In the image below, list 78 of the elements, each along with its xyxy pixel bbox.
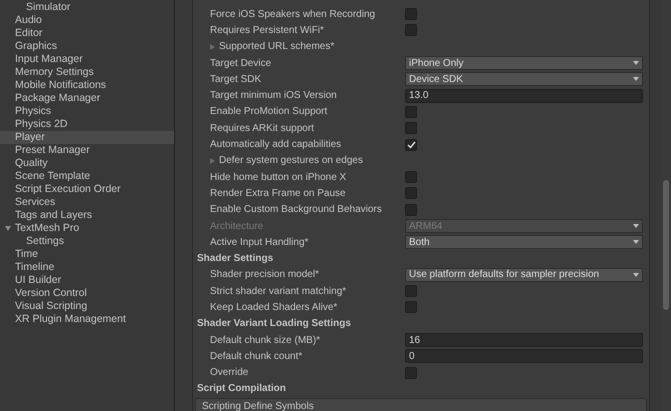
caret-down-icon — [633, 61, 639, 66]
setting-label: Architecture — [209, 220, 264, 232]
dropdown[interactable]: Use platform defaults for sampler precision — [405, 268, 643, 282]
sidebar-item[interactable]: Version Control — [0, 287, 174, 300]
caret-right-icon — [210, 158, 215, 164]
sidebar-item[interactable]: Timeline — [0, 261, 174, 274]
checkbox[interactable] — [405, 138, 417, 151]
checkbox[interactable] — [405, 366, 417, 379]
checkbox[interactable] — [405, 187, 417, 200]
setting-label: Enable ProMotion Support — [209, 105, 328, 118]
sidebar-item[interactable]: Settings — [0, 235, 174, 248]
checkbox[interactable] — [405, 106, 417, 118]
sidebar-item[interactable]: Quality — [0, 157, 174, 170]
sidebar-item[interactable]: Package Manager — [0, 92, 174, 105]
setting-label: Active Input Handling* — [209, 236, 310, 249]
checkbox[interactable] — [405, 171, 417, 184]
sidebar-item[interactable]: Physics 2D — [0, 118, 174, 131]
sidebar-item[interactable]: Services — [0, 196, 174, 209]
checkbox[interactable] — [405, 301, 417, 314]
sidebar-item[interactable]: Simulator — [0, 1, 174, 14]
sidebar-item[interactable]: Graphics — [0, 40, 174, 53]
caret-down-icon — [633, 224, 639, 228]
dropdown[interactable]: Both — [405, 235, 643, 250]
setting-label: Hide home button on iPhone X — [209, 170, 348, 184]
checkbox[interactable] — [405, 24, 417, 36]
setting-label: Force iOS Speakers when Recording — [209, 8, 376, 21]
sidebar-item[interactable]: Player — [0, 131, 174, 144]
sidebar-item[interactable]: Scene Template — [0, 170, 174, 183]
sidebar-item[interactable]: Memory Settings — [0, 66, 174, 79]
checkbox[interactable] — [405, 204, 417, 216]
setting-label: Automatically add capabilities — [209, 138, 342, 152]
checkbox[interactable] — [405, 285, 417, 298]
setting-label: Requires Persistent WiFi* — [209, 24, 325, 37]
dropdown[interactable]: Device SDK — [405, 72, 643, 86]
setting-label: Enable Custom Background Behaviors — [209, 203, 383, 216]
sidebar-item[interactable]: Preset Manager — [0, 144, 174, 157]
input-field[interactable]: 13.0 — [405, 88, 643, 103]
input-field[interactable]: 16 — [405, 333, 643, 348]
foldout[interactable]: Defer system gestures on edges — [193, 154, 363, 168]
sidebar-item[interactable]: Physics — [0, 105, 174, 118]
sidebar-item[interactable]: Visual Scripting — [0, 300, 174, 313]
input-field[interactable]: 0 — [405, 349, 643, 364]
sidebar-item[interactable]: XR Plugin Management — [0, 313, 174, 326]
sidebar-item[interactable]: TextMesh Pro — [0, 222, 174, 235]
setting-label: Render Extra Frame on Pause — [209, 186, 347, 200]
sidebar-item[interactable]: Editor — [0, 27, 174, 40]
setting-label: Default chunk size (MB)* — [209, 334, 322, 347]
sidebar-item[interactable]: Audio — [0, 14, 174, 27]
setting-label: Override — [209, 366, 250, 380]
sidebar-item[interactable]: Script Execution Order — [0, 183, 174, 196]
foldout-header[interactable]: Scripting Define Symbols — [195, 398, 647, 411]
caret-down-icon — [633, 240, 639, 244]
checkbox[interactable] — [405, 122, 417, 134]
setting-label: Default chunk count* — [209, 350, 304, 363]
setting-label: Keep Loaded Shaders Alive* — [209, 300, 338, 314]
sidebar-item[interactable]: Tags and Layers — [0, 209, 174, 222]
sidebar-item[interactable]: UI Builder — [0, 274, 174, 287]
checkmark-icon — [406, 140, 416, 149]
caret-down-icon[interactable] — [5, 226, 11, 231]
sidebar-item[interactable]: Time — [0, 248, 174, 261]
foldout[interactable]: Supported URL schemes* — [193, 40, 334, 54]
setting-label: Target Device — [209, 56, 272, 70]
checkbox[interactable] — [405, 8, 417, 20]
setting-label: Target minimum iOS Version — [209, 89, 338, 102]
section-header: Shader Settings — [196, 252, 274, 266]
section-header: Script Compilation — [196, 382, 286, 396]
sidebar-item[interactable]: Mobile Notifications — [0, 79, 174, 92]
dropdown[interactable]: iPhone Only — [405, 56, 643, 70]
sidebar-item[interactable]: Input Manager — [0, 53, 174, 66]
setting-label: Strict shader variant matching* — [209, 284, 348, 298]
setting-label: Shader precision model* — [209, 268, 320, 282]
scrollbar-thumb[interactable] — [663, 180, 669, 310]
caret-down-icon — [633, 272, 639, 277]
caret-right-icon — [210, 44, 215, 50]
section-header: Shader Variant Loading Settings — [196, 317, 351, 330]
caret-down-icon — [633, 77, 639, 82]
setting-label: Requires ARKit support — [209, 122, 315, 135]
setting-label: Target SDK — [209, 72, 262, 86]
